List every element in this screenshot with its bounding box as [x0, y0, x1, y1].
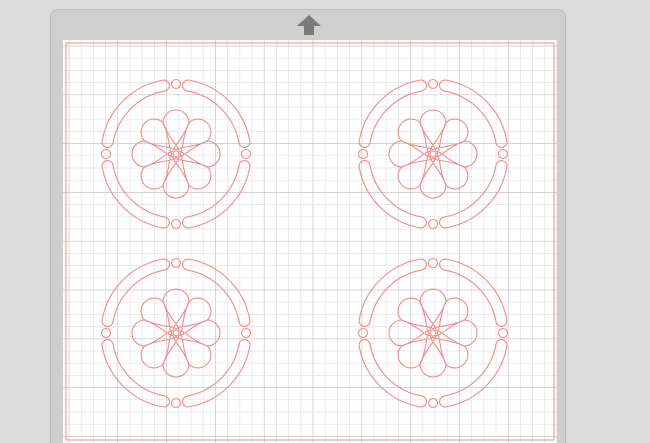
flower-medallion-top-right[interactable]: [357, 78, 509, 230]
arrow-up-icon[interactable]: [296, 14, 322, 36]
flower-medallion-top-left[interactable]: [100, 78, 252, 230]
canvas-workspace: [0, 0, 650, 443]
cutting-mat[interactable]: [63, 40, 557, 443]
flower-medallion-bottom-right[interactable]: [357, 257, 509, 409]
mat-grid: [63, 40, 557, 443]
grid-lines: [63, 40, 557, 443]
flower-medallion-bottom-left[interactable]: [100, 257, 252, 409]
